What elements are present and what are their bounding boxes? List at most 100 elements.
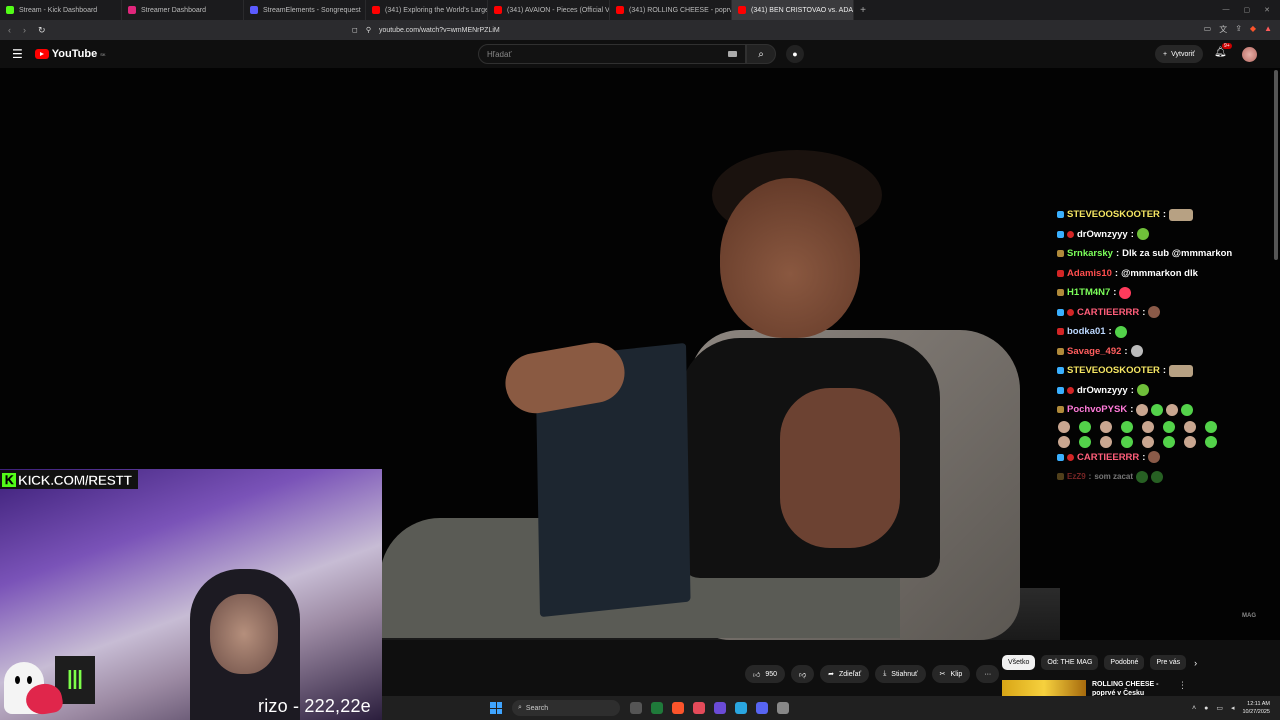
video-face [720,178,860,338]
clip-button[interactable]: ✂ Klip [931,665,971,683]
menu-icon[interactable]: ☰ [12,47,23,61]
chip-related[interactable]: Podobné [1104,655,1145,670]
new-tab-button[interactable]: + [854,5,872,16]
rewards-icon[interactable]: ▲ [1264,24,1272,35]
chat-username: drOwnzyyy [1077,228,1128,240]
bookmark-icon[interactable]: ◻ [352,26,358,34]
webcam-caption: rizo - 222,22e [258,696,371,716]
chip-all[interactable]: Všetko [1002,655,1036,670]
chat-username: Srnkarsky [1067,248,1113,259]
brave-icon[interactable] [672,702,684,714]
chat-emote-icon [1148,306,1161,319]
chat-text: Dlk za sub @mmmarkon [1122,248,1233,259]
mic-icon: ● [792,49,798,59]
chat-emote-icon [1058,435,1070,448]
obs-icon[interactable] [693,702,705,714]
chat-emote-icon [1114,325,1127,338]
chat-badge-icon [1057,328,1064,336]
chat-emote-icon [1136,228,1149,241]
chat-separator: : [1130,404,1134,415]
keyboard-icon[interactable] [728,51,737,57]
telegram-icon[interactable] [735,702,747,714]
chat-separator: : [1142,451,1146,463]
url-field[interactable]: ◻ ⚲ youtube.com/watch?v=wmMENrPZLiM [352,23,912,37]
chat-separator: : [1142,306,1146,318]
chip-for-you[interactable]: Pre vás [1150,655,1187,670]
scrollbar[interactable] [1274,70,1278,260]
windows-taskbar: ⌕ Search ˄ ● ▭ ◂ 12:11 AM 10/27/2025 [382,696,1280,720]
download-button[interactable]: ⤓ Stiahnuť [875,665,926,683]
search-input[interactable]: Hľadať [478,44,746,64]
tray-chevron-icon[interactable]: ˄ [1192,705,1196,712]
browser-tab[interactable]: (341) BEN CRISTOVAO vs. ADAM✕ [732,0,854,20]
chat-emote-icon [1169,208,1194,221]
voice-search-button[interactable]: ● [786,45,804,63]
chip-from-channel[interactable]: Od: THE MAG [1041,655,1099,670]
minimize-icon[interactable]: — [1223,6,1230,14]
chat-badge-icon [1057,406,1064,414]
youtube-logo[interactable]: YouTube SK [34,48,106,60]
chat-emote-icon [1148,451,1161,464]
maximize-icon[interactable]: ▢ [1244,6,1251,14]
excel-icon[interactable] [651,702,663,714]
windows-start-icon[interactable] [490,702,502,714]
region-code: SK [100,51,106,57]
ghost-eye-left [15,676,20,684]
taskbar-search[interactable]: ⌕ Search [512,700,620,716]
share-button[interactable]: ➦ Zdieľať [820,665,870,683]
dislike-button[interactable]: 👎︎ [791,665,815,683]
network-icon[interactable]: ▭ [1216,704,1223,712]
chat-emote-icon [1184,420,1196,433]
taskbar-clock[interactable]: 12:11 AM 10/27/2025 [1242,700,1270,716]
tab-label: (341) Exploring the World's Largest S [385,6,487,14]
chat-badge-icon [1057,367,1064,375]
browser-tab[interactable]: (341) Exploring the World's Largest S [366,0,488,20]
avatar[interactable] [1242,47,1257,62]
chevron-right-icon[interactable]: › [1194,658,1197,668]
close-window-icon[interactable]: ✕ [1264,6,1270,14]
browser-tab[interactable]: Stream - Kick Dashboard [0,0,122,20]
app-icon[interactable] [714,702,726,714]
brave-shield-icon[interactable]: ◆ [1250,24,1256,35]
chat-emote-icon [1181,403,1194,416]
tab-label: Stream - Kick Dashboard [19,6,98,14]
cast-icon[interactable]: ▭ [1204,24,1212,35]
settings-icon[interactable] [777,702,789,714]
chat-badge-icon [1057,347,1064,355]
tab-favicon-icon [494,6,502,14]
chat-emote-icon [1184,435,1196,448]
chat-badge-icon [1057,211,1064,219]
search-button[interactable]: ⌕ [746,44,776,64]
discord-icon[interactable] [756,702,768,714]
plus-icon: + [1163,50,1168,58]
chat-message: Savage_492: [1057,342,1237,362]
taskbar-search-icon: ⌕ [518,704,522,711]
chat-message: EzZ9: som zacat [1057,467,1237,487]
kick-logo-icon: K [2,472,16,487]
browser-tab[interactable]: StreamElements - Songrequest [244,0,366,20]
forward-icon[interactable]: › [23,25,26,36]
translate-icon[interactable]: 文 [1219,24,1227,35]
mic-tray-icon[interactable]: ● [1204,705,1208,712]
share-icon[interactable]: ⇪ [1235,24,1242,35]
chat-badge-icon [1067,308,1074,316]
like-button[interactable]: 👍︎ 950 [745,665,786,683]
chat-emote-icon [1163,420,1175,433]
browser-tab[interactable]: (341) ROLLING CHEESE - poprvé v Č [610,0,732,20]
browser-tab[interactable]: Streamer Dashboard [122,0,244,20]
reload-icon[interactable]: ↻ [38,25,46,36]
back-icon[interactable]: ‹ [8,25,11,36]
more-actions-button[interactable]: ··· [976,665,1000,683]
chat-username: STEVEOOSKOOTER [1067,365,1160,376]
tab-label: Streamer Dashboard [141,6,206,14]
recommended-thumbnail[interactable] [1002,680,1086,696]
more-label: ··· [984,670,992,678]
tab-favicon-icon [250,6,258,14]
taskbar-apps [630,702,789,714]
site-info-icon[interactable]: ⚲ [366,26,371,34]
task-view-icon[interactable] [630,702,642,714]
create-button[interactable]: + Vytvoriť [1155,45,1203,63]
volume-icon[interactable]: ◂ [1231,704,1235,712]
browser-tab[interactable]: (341) AVAION - Pieces (Official Vide [488,0,610,20]
chat-username: drOwnzyyy [1077,384,1128,396]
